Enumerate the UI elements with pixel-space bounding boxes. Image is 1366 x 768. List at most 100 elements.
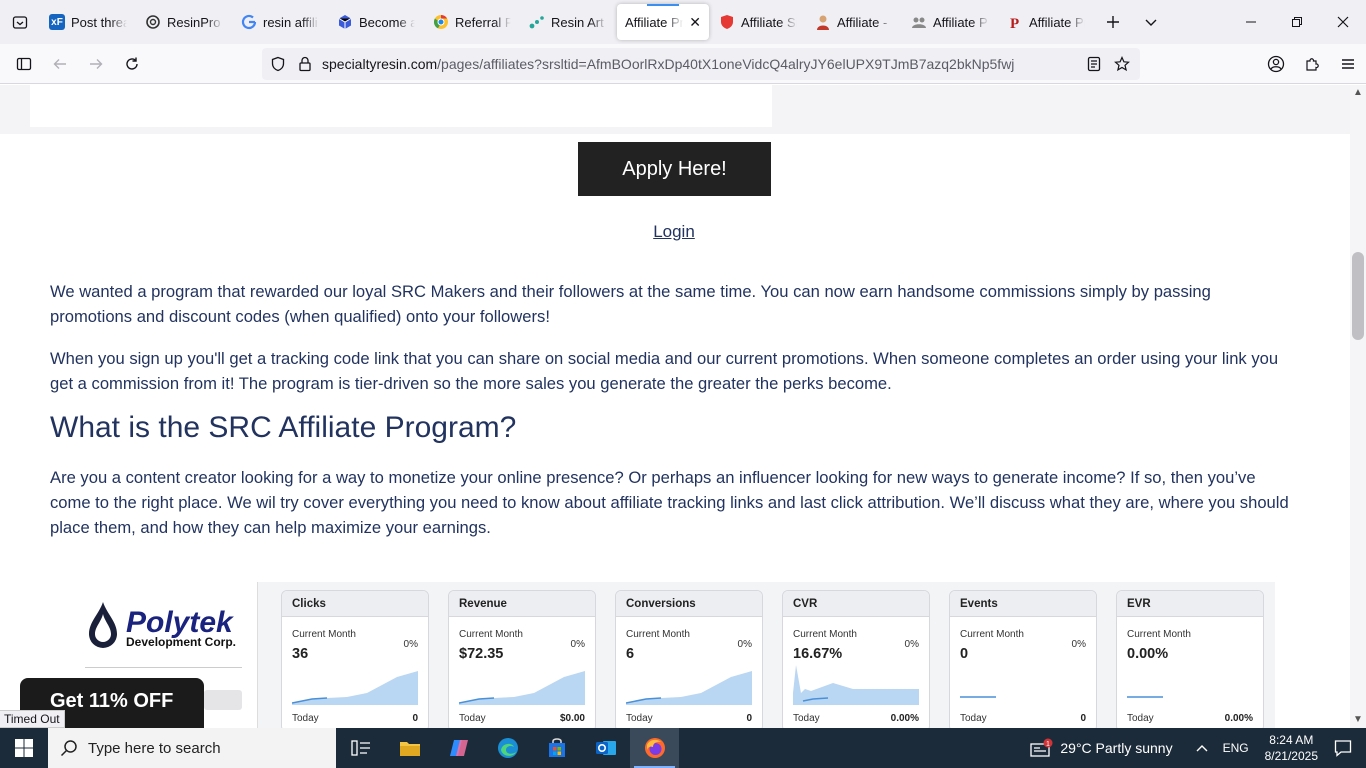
browser-tab[interactable]: Affiliate - xyxy=(807,4,901,40)
tracking-paragraph: When you sign up you'll get a tracking c… xyxy=(50,349,1279,393)
close-window-button[interactable] xyxy=(1320,0,1366,44)
browser-tab[interactable]: Affiliate Si xyxy=(711,4,805,40)
firefox-icon xyxy=(644,738,665,758)
star-icon xyxy=(1114,56,1130,72)
input-language[interactable]: ENG xyxy=(1217,728,1255,768)
tab-label: Referral P xyxy=(455,14,511,30)
back-button[interactable] xyxy=(42,46,78,82)
back-arrow-icon xyxy=(53,58,66,69)
lock-icon[interactable] xyxy=(298,56,312,72)
stat-card: EVR Current Month 0.00% Today 0.00% xyxy=(1116,590,1264,728)
url-domain: specialtyresin.com xyxy=(322,56,438,72)
sidebar-icon xyxy=(16,57,32,70)
url-text[interactable]: specialtyresin.com/pages/affiliates?srsl… xyxy=(322,56,1062,72)
close-tab-icon[interactable]: ✕ xyxy=(689,14,701,31)
card-today-label: Today xyxy=(459,713,486,724)
tab-label: Become a xyxy=(359,14,415,30)
start-button[interactable] xyxy=(0,728,48,768)
browser-tab[interactable]: Become a xyxy=(329,4,423,40)
news-icon: 1 xyxy=(1030,738,1053,757)
vertical-scrollbar[interactable]: ▲ ▼ xyxy=(1350,85,1366,728)
scrollbar-thumb[interactable] xyxy=(1352,252,1364,340)
outlook-button[interactable] xyxy=(581,728,630,768)
forward-button[interactable] xyxy=(78,46,114,82)
sparkline-chart xyxy=(292,671,418,705)
show-hidden-icons-button[interactable] xyxy=(1179,728,1217,768)
url-path: /pages/affiliates?srsltid=AfmBOorlRxDp40… xyxy=(437,56,1015,72)
restore-icon xyxy=(1292,17,1302,27)
extensions-button[interactable] xyxy=(1294,46,1330,82)
minimize-button[interactable] xyxy=(1228,0,1274,44)
tab-label: Post threa xyxy=(71,14,127,30)
apply-here-button[interactable]: Apply Here! xyxy=(578,142,771,196)
restore-button[interactable] xyxy=(1274,0,1320,44)
form-box xyxy=(30,85,772,127)
tab-list-button[interactable] xyxy=(0,0,40,44)
browser-tab[interactable]: ResinPro a xyxy=(137,4,231,40)
card-change-percent: 0% xyxy=(570,639,585,650)
minimize-icon xyxy=(1246,21,1256,23)
new-tab-button[interactable] xyxy=(1094,0,1132,44)
chevron-down-icon xyxy=(1145,19,1157,26)
task-view-button[interactable] xyxy=(336,728,385,768)
tab-favicon-icon xyxy=(145,14,161,30)
store-icon xyxy=(548,738,565,757)
folder-icon xyxy=(399,742,420,756)
copilot-button[interactable] xyxy=(434,728,483,768)
sidebar-button[interactable] xyxy=(6,46,42,82)
card-title: EVR xyxy=(1117,591,1263,617)
tab-label: Affiliate Si xyxy=(741,14,797,30)
tab-label: ResinPro a xyxy=(167,14,223,30)
browser-tab[interactable]: Referral P xyxy=(425,4,519,40)
browser-tab[interactable]: xF Post threa xyxy=(41,4,135,40)
stat-card: CVR Current Month 0% 16.67% Today 0.00% xyxy=(782,590,930,728)
address-bar[interactable]: specialtyresin.com/pages/affiliates?srsl… xyxy=(262,48,1140,80)
card-period-label: Current Month xyxy=(1127,629,1191,640)
sidebar-placeholder xyxy=(204,690,242,710)
notifications-button[interactable] xyxy=(1328,728,1366,768)
firefox-button[interactable] xyxy=(630,728,679,768)
browser-tab[interactable]: resin affili xyxy=(233,4,327,40)
card-value: 6 xyxy=(626,646,635,662)
card-period-label: Current Month xyxy=(626,629,690,640)
plus-icon xyxy=(1107,16,1119,28)
list-all-tabs-button[interactable] xyxy=(1132,0,1170,44)
browser-tab[interactable]: Affiliate Pr ✕ xyxy=(617,4,709,40)
edge-button[interactable] xyxy=(483,728,532,768)
top-band xyxy=(0,85,1350,134)
reload-button[interactable] xyxy=(114,46,150,82)
outlook-icon xyxy=(595,741,616,755)
scroll-up-arrow-icon[interactable]: ▲ xyxy=(1352,87,1364,99)
browser-tab[interactable]: Affiliate P xyxy=(903,4,997,40)
scroll-down-arrow-icon[interactable]: ▼ xyxy=(1352,714,1364,726)
bookmark-button[interactable] xyxy=(1110,52,1134,76)
card-title: Clicks xyxy=(282,591,428,617)
card-today-label: Today xyxy=(793,713,820,724)
app-menu-button[interactable] xyxy=(1330,46,1366,82)
file-explorer-button[interactable] xyxy=(385,728,434,768)
card-today-label: Today xyxy=(626,713,653,724)
chevron-up-icon xyxy=(1196,745,1208,752)
weather-widget[interactable]: 1 29°C Partly sunny xyxy=(1024,728,1178,768)
page-content: Apply Here! Login We wanted a program th… xyxy=(0,85,1350,728)
browser-tab[interactable]: P Affiliate Pr xyxy=(999,4,1093,40)
card-value: 36 xyxy=(292,646,309,662)
reload-icon xyxy=(126,57,138,70)
card-today-value: $0.00 xyxy=(559,713,585,724)
clock[interactable]: 8:24 AM 8/21/2025 xyxy=(1255,728,1328,768)
search-icon xyxy=(60,740,77,757)
hamburger-icon xyxy=(1342,59,1354,69)
tracking-protection-shield-icon[interactable] xyxy=(270,56,286,72)
browser-tab[interactable]: Resin Art xyxy=(521,4,615,40)
tab-list-icon xyxy=(12,16,28,29)
store-button[interactable] xyxy=(532,728,581,768)
login-link[interactable]: Login xyxy=(600,222,748,242)
card-today-label: Today xyxy=(292,713,319,724)
clock-time: 8:24 AM xyxy=(1269,733,1314,747)
account-button[interactable] xyxy=(1258,46,1294,82)
reader-view-button[interactable] xyxy=(1082,52,1106,76)
card-today-value: 0.00% xyxy=(890,713,919,724)
tab-strip: xF Post threa ResinPro a resin affili Become… xyxy=(0,0,1366,44)
card-value: 0 xyxy=(960,646,969,662)
taskbar-search[interactable]: Type here to search xyxy=(48,728,336,768)
